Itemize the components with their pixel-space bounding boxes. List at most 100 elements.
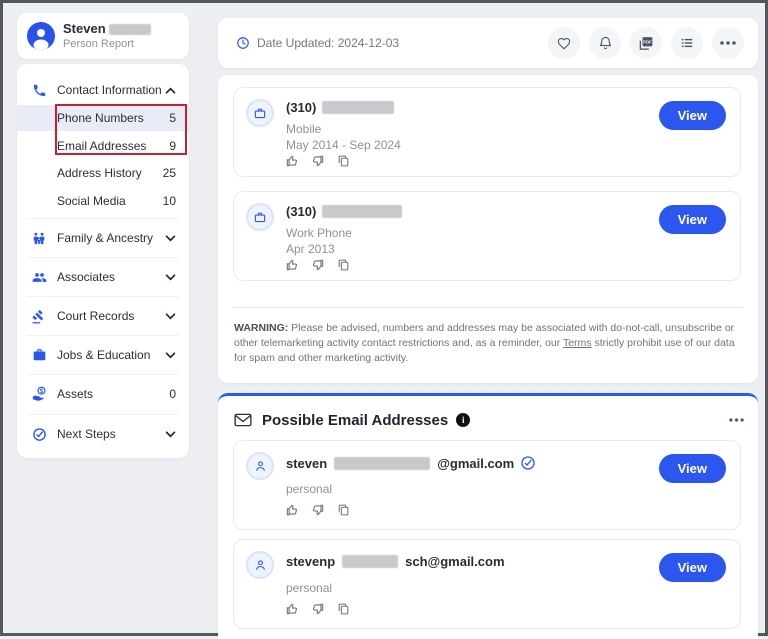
divider: [27, 257, 179, 258]
toolbar-actions: PDF: [548, 27, 744, 59]
verified-check-icon: [521, 456, 535, 470]
redacted-email-part: [334, 456, 431, 470]
check-circle-icon: [30, 427, 48, 442]
phone-numbers-count: 5: [169, 111, 176, 125]
person-icon: [33, 29, 49, 50]
email-section-header: Possible Email Addresses i: [234, 408, 744, 432]
favorite-button[interactable]: [548, 27, 580, 59]
sidebar-item-phone-numbers[interactable]: Phone Numbers 5: [17, 105, 189, 131]
divider: [27, 374, 179, 375]
sidebar-item-assets[interactable]: $ Assets 0: [17, 381, 189, 407]
chevron-down-icon: [165, 312, 176, 320]
phone-number: (310): [286, 204, 403, 219]
list-view-button[interactable]: [671, 27, 703, 59]
assets-count: 0: [169, 387, 176, 401]
copy-icon[interactable]: [337, 503, 350, 517]
phone-date-range: May 2014 - Sep 2024: [286, 138, 401, 152]
briefcase-icon: [30, 348, 48, 362]
chevron-down-icon: [165, 351, 176, 359]
phone-date-range: Apr 2013: [286, 242, 335, 256]
thumbs-up-icon[interactable]: [285, 258, 299, 272]
thumbs-down-icon[interactable]: [311, 154, 325, 168]
people-icon: [30, 270, 48, 285]
svg-text:PDF: PDF: [643, 39, 652, 44]
view-phone-button[interactable]: View: [658, 205, 726, 234]
thumbs-up-icon[interactable]: [285, 503, 299, 517]
list-icon: [681, 38, 693, 48]
sidebar-item-next-steps[interactable]: Next Steps: [17, 421, 189, 447]
chevron-down-icon: [165, 234, 176, 242]
feedback-actions: [285, 602, 350, 616]
thumbs-down-icon[interactable]: [311, 602, 325, 616]
thumbs-up-icon[interactable]: [285, 154, 299, 168]
person-outline-icon: [246, 452, 274, 480]
report-type-label: Person Report: [63, 38, 134, 50]
redacted-phone-digits: [322, 101, 395, 114]
ellipsis-icon: [720, 41, 736, 45]
work-briefcase-icon: [246, 99, 274, 127]
phone-number: (310): [286, 100, 395, 115]
section-more-button[interactable]: [729, 418, 744, 422]
thumbs-down-icon[interactable]: [311, 503, 325, 517]
sidebar-item-contact-information[interactable]: Contact Information: [17, 77, 189, 103]
phone-card: (310) Mobile May 2014 - Sep 2024 View: [233, 87, 741, 177]
more-options-button[interactable]: [712, 27, 744, 59]
sidebar-item-address-history[interactable]: Address History 25: [17, 160, 189, 186]
gavel-icon: [30, 309, 48, 324]
person-report-page: { "colors": { "primary_blue": "#2b57ee",…: [0, 0, 768, 639]
copy-icon[interactable]: [337, 154, 350, 168]
terms-link[interactable]: Terms: [563, 337, 592, 349]
profile-card: Steven Person Report: [17, 13, 189, 59]
sidebar-item-social-media[interactable]: Social Media 10: [17, 188, 189, 214]
sidebar-item-family-ancestry[interactable]: Family & Ancestry: [17, 225, 189, 251]
sidebar-item-court-records[interactable]: Court Records: [17, 303, 189, 329]
heart-icon: [557, 37, 571, 49]
phone-type: Mobile: [286, 122, 322, 136]
divider: [27, 218, 179, 219]
phone-numbers-section: (310) Mobile May 2014 - Sep 2024 View (3…: [218, 75, 758, 383]
ellipsis-icon: [729, 418, 744, 422]
email-card: stevenp sch@gmail.com personal View: [233, 539, 741, 629]
date-updated: Date Updated: 2024-12-03: [236, 36, 399, 50]
download-pdf-button[interactable]: PDF: [630, 27, 662, 59]
sidebar-item-jobs-education[interactable]: Jobs & Education: [17, 342, 189, 368]
email-addresses-section: Possible Email Addresses i steven @gmail…: [218, 393, 758, 639]
telemarketing-warning: WARNING: Please be advised, numbers and …: [234, 322, 735, 365]
history-clock-icon: [237, 37, 249, 49]
notifications-button[interactable]: [589, 27, 621, 59]
address-history-count: 25: [162, 166, 176, 180]
email-card: steven @gmail.com personal View: [233, 440, 741, 530]
phone-type: Work Phone: [286, 226, 352, 240]
phone-icon: [30, 83, 48, 98]
sidebar-item-associates[interactable]: Associates: [17, 264, 189, 290]
work-briefcase-icon: [246, 203, 274, 231]
email-addresses-count: 9: [169, 139, 176, 153]
profile-name: Steven: [63, 21, 152, 36]
phone-card: (310) Work Phone Apr 2013 View: [233, 191, 741, 281]
view-email-button[interactable]: View: [658, 454, 726, 483]
chevron-up-icon: [165, 87, 176, 94]
thumbs-up-icon[interactable]: [285, 602, 299, 616]
info-icon[interactable]: i: [456, 413, 471, 427]
email-type: personal: [286, 581, 333, 595]
feedback-actions: [285, 503, 350, 517]
report-toolbar: Date Updated: 2024-12-03 PDF: [218, 18, 758, 68]
divider: [27, 335, 179, 336]
copy-icon[interactable]: [337, 258, 350, 272]
email-type: personal: [286, 482, 333, 496]
redacted-email-part: [342, 555, 399, 568]
sidebar-item-email-addresses[interactable]: Email Addresses 9: [17, 133, 189, 159]
feedback-actions: [285, 154, 350, 168]
feedback-actions: [285, 258, 350, 272]
email-address: stevenp sch@gmail.com: [286, 554, 505, 569]
copy-icon[interactable]: [337, 602, 350, 616]
chevron-down-icon: [165, 430, 176, 438]
social-media-count: 10: [162, 194, 176, 208]
view-email-button[interactable]: View: [658, 553, 726, 582]
thumbs-down-icon[interactable]: [311, 258, 325, 272]
divider: [27, 414, 179, 415]
view-phone-button[interactable]: View: [658, 101, 726, 130]
assets-icon: $: [30, 386, 48, 402]
email-address: steven @gmail.com: [286, 455, 536, 471]
pdf-icon: PDF: [639, 36, 653, 50]
